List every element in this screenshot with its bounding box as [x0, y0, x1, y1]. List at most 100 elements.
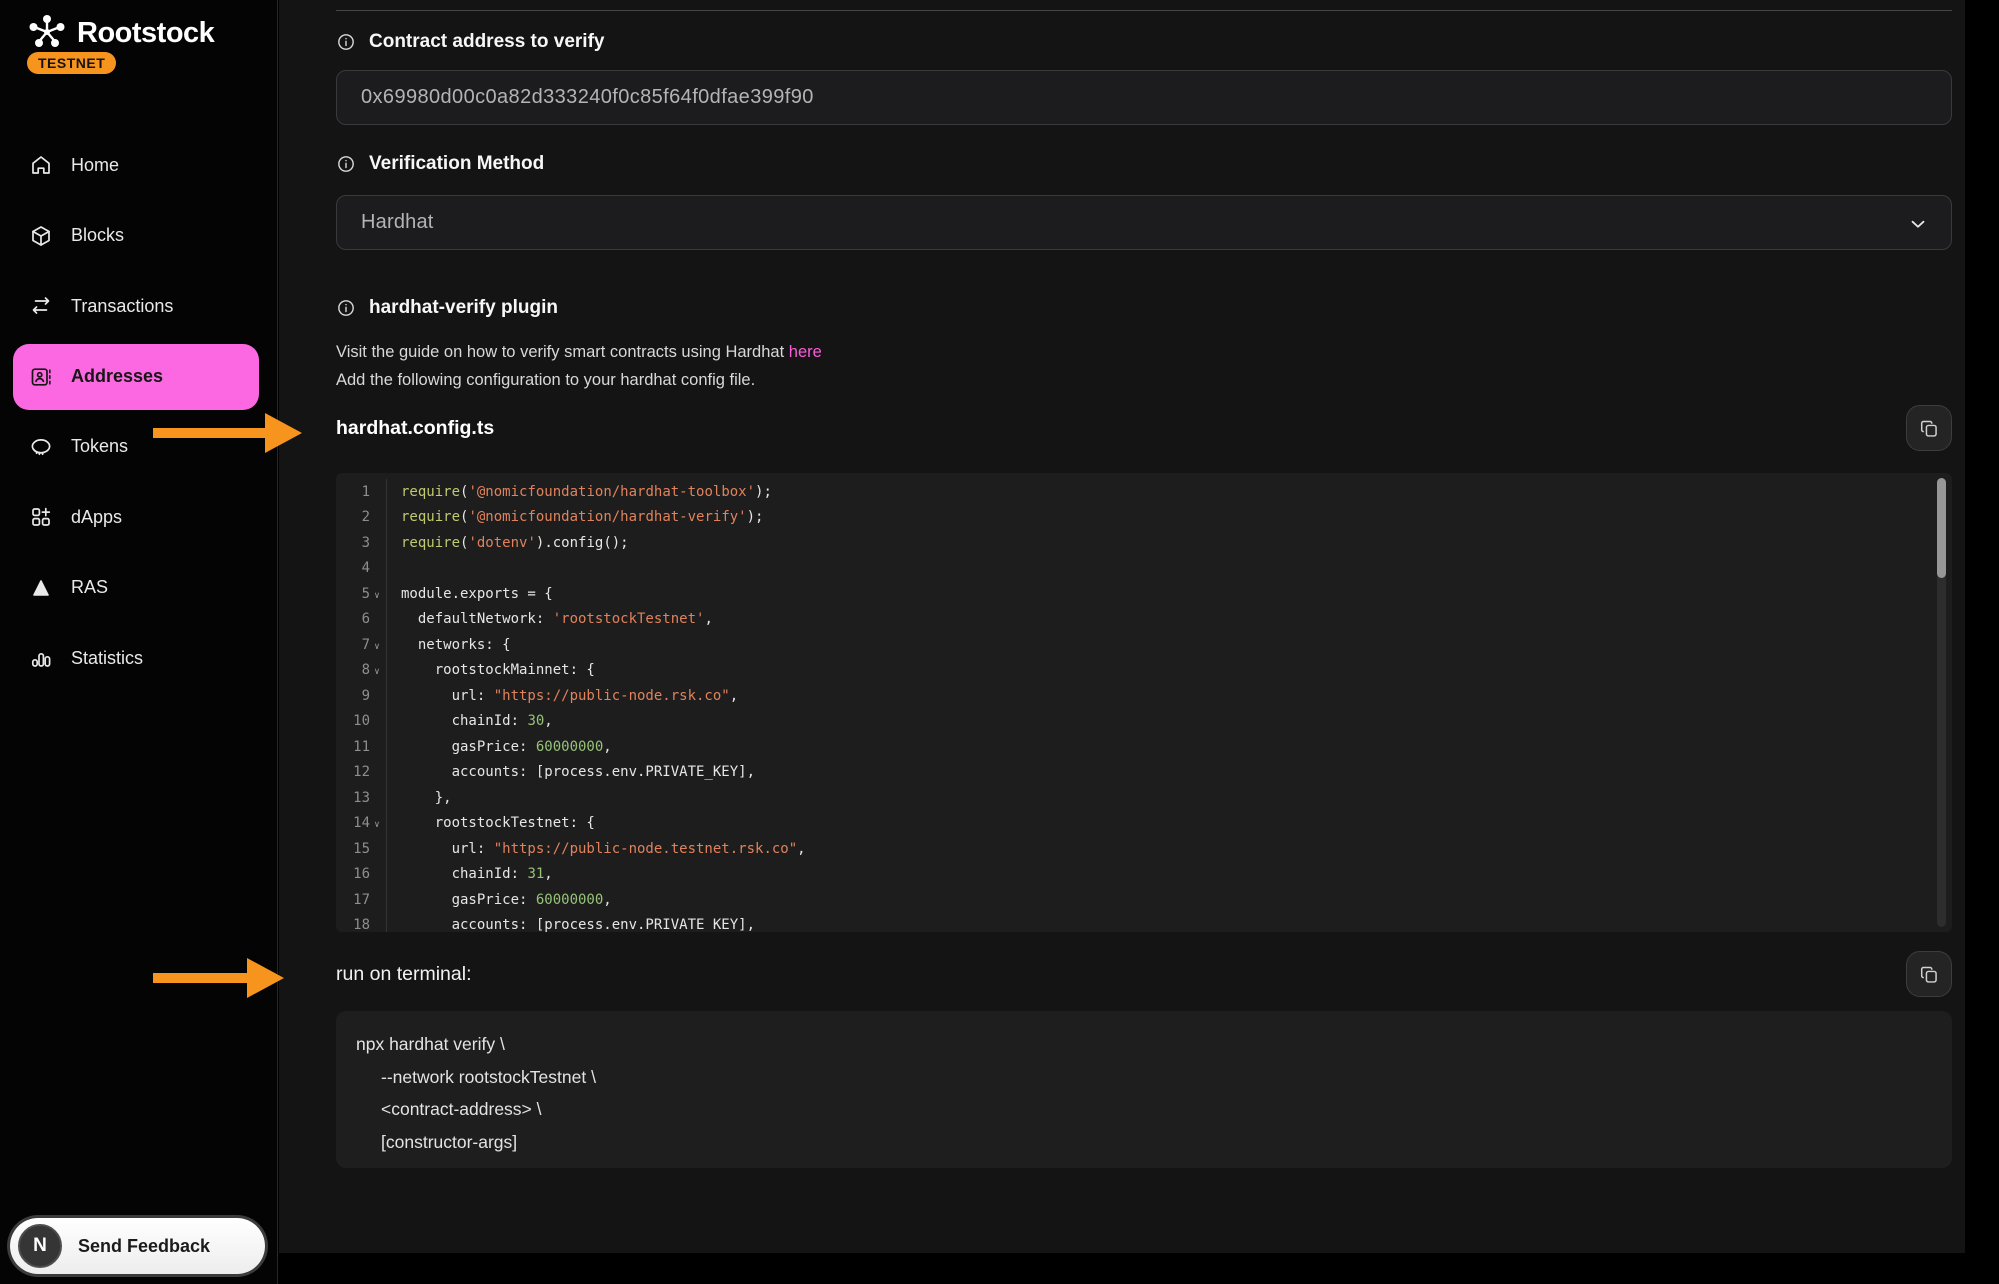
- fold-chevron-icon[interactable]: [370, 770, 384, 774]
- page: Rootstock TESTNET Home Blocks Transactio…: [0, 0, 1999, 1284]
- contract-address-label: Contract address to verify: [369, 31, 604, 53]
- plugin-title-row: hardhat-verify plugin: [336, 297, 558, 319]
- guide-text: Visit the guide on how to verify smart c…: [336, 343, 784, 361]
- terminal-command-line: <contract-address> \: [381, 1093, 1952, 1126]
- info-icon[interactable]: [336, 32, 356, 52]
- fold-chevron-icon[interactable]: [370, 541, 384, 545]
- info-icon[interactable]: [336, 298, 356, 318]
- fold-chevron-icon[interactable]: [370, 796, 384, 800]
- fold-chevron-icon[interactable]: ∨: [370, 587, 384, 601]
- sidebar-item-label: Transactions: [71, 296, 173, 317]
- line-number: 11: [336, 739, 370, 755]
- terminal-command-block: npx hardhat verify \--network rootstockT…: [336, 1011, 1952, 1168]
- verification-method-select[interactable]: Hardhat: [336, 195, 1952, 250]
- feedback-label: Send Feedback: [78, 1236, 210, 1257]
- testnet-badge: TESTNET: [27, 52, 116, 74]
- terminal-command-line: [constructor-args]: [381, 1126, 1952, 1159]
- main-content: Contract address to verify Verification …: [279, 0, 1965, 1253]
- line-number: 2: [336, 509, 370, 525]
- terminal-label: run on terminal:: [336, 963, 471, 986]
- terminal-header: run on terminal:: [336, 949, 1952, 999]
- fold-chevron-icon[interactable]: ∨: [370, 816, 384, 830]
- rootstock-logo-icon: [27, 12, 67, 54]
- feedback-avatar: N: [18, 1224, 62, 1268]
- code-line: 18 accounts: [process.env.PRIVATE_KEY],: [336, 913, 1952, 933]
- copy-icon: [1919, 964, 1940, 985]
- dapps-grid-plus-icon: [29, 505, 53, 529]
- swap-arrows-icon: [29, 294, 53, 318]
- line-number: 15: [336, 841, 370, 857]
- fold-chevron-icon[interactable]: [370, 745, 384, 749]
- code-line: 14 ∨ rootstockTestnet: {: [336, 811, 1952, 837]
- chevron-down-icon: [1907, 213, 1929, 235]
- terminal-command-line: --network rootstockTestnet \: [381, 1061, 1952, 1094]
- sidebar-item-ras[interactable]: RAS: [0, 553, 277, 624]
- plugin-title: hardhat-verify plugin: [369, 297, 558, 319]
- code-line: 13 },: [336, 785, 1952, 811]
- sidebar-item-label: Statistics: [71, 648, 143, 669]
- line-number: 1: [336, 484, 370, 500]
- annotation-arrow-terminal: [153, 956, 287, 1000]
- terminal-command-line: npx hardhat verify \: [356, 1028, 1952, 1061]
- sidebar-item-addresses[interactable]: Addresses: [13, 344, 259, 410]
- fold-chevron-icon[interactable]: ∨: [370, 638, 384, 652]
- sidebar-item-dapps[interactable]: dApps: [0, 482, 277, 553]
- guide-here-link[interactable]: here: [789, 343, 822, 361]
- sidebar-item-label: Home: [71, 155, 119, 176]
- config-note: Add the following configuration to your …: [336, 367, 822, 395]
- fold-chevron-icon[interactable]: [370, 694, 384, 698]
- coin-icon: [29, 435, 53, 459]
- code-line: 4: [336, 556, 1952, 582]
- line-number: 10: [336, 713, 370, 729]
- fold-chevron-icon[interactable]: [370, 923, 384, 927]
- sidebar-item-label: Addresses: [71, 366, 163, 387]
- sidebar: Rootstock TESTNET Home Blocks Transactio…: [0, 0, 278, 1284]
- code-line: 8 ∨ rootstockMainnet: {: [336, 658, 1952, 684]
- code-scrollbar-thumb[interactable]: [1937, 478, 1946, 578]
- fold-chevron-icon[interactable]: [370, 515, 384, 519]
- sidebar-item-statistics[interactable]: Statistics: [0, 623, 277, 694]
- line-number: 12: [336, 764, 370, 780]
- config-file-name: hardhat.config.ts: [336, 417, 494, 440]
- fold-chevron-icon[interactable]: [370, 617, 384, 621]
- code-line: 11 gasPrice: 60000000,: [336, 734, 1952, 760]
- line-number: 8: [336, 662, 370, 678]
- line-number: 7: [336, 637, 370, 653]
- code-line: 10 chainId: 30,: [336, 709, 1952, 735]
- code-line: 17 gasPrice: 60000000,: [336, 887, 1952, 913]
- contract-address-label-row: Contract address to verify: [336, 31, 604, 53]
- section-divider: [336, 10, 1952, 11]
- fold-chevron-icon[interactable]: [370, 872, 384, 876]
- annotation-arrow-config: [153, 411, 305, 455]
- fold-chevron-icon[interactable]: [370, 490, 384, 494]
- fold-chevron-icon[interactable]: ∨: [370, 663, 384, 677]
- code-line: 12 accounts: [process.env.PRIVATE_KEY],: [336, 760, 1952, 786]
- code-line: 7 ∨ networks: {: [336, 632, 1952, 658]
- code-line: 5 ∨ module.exports = {: [336, 581, 1952, 607]
- contract-address-input[interactable]: [336, 70, 1952, 125]
- fold-chevron-icon[interactable]: [370, 566, 384, 570]
- sidebar-item-blocks[interactable]: Blocks: [0, 201, 277, 272]
- rootstock-logo[interactable]: Rootstock: [27, 12, 214, 54]
- line-number: 18: [336, 917, 370, 932]
- fold-chevron-icon[interactable]: [370, 719, 384, 723]
- cube-icon: [29, 224, 53, 248]
- code-line: 3 require('dotenv').config();: [336, 530, 1952, 556]
- fold-chevron-icon[interactable]: [370, 847, 384, 851]
- send-feedback-button[interactable]: N Send Feedback: [10, 1218, 265, 1274]
- fold-chevron-icon[interactable]: [370, 898, 384, 902]
- line-number: 6: [336, 611, 370, 627]
- sidebar-item-transactions[interactable]: Transactions: [0, 271, 277, 342]
- triangle-icon: [29, 576, 53, 600]
- copy-command-button[interactable]: [1906, 951, 1952, 997]
- copy-icon: [1919, 418, 1940, 439]
- plugin-description: Visit the guide on how to verify smart c…: [336, 339, 822, 394]
- sidebar-item-home[interactable]: Home: [0, 130, 277, 201]
- code-line: 2 require('@nomicfoundation/hardhat-veri…: [336, 505, 1952, 531]
- line-number: 14: [336, 815, 370, 831]
- line-number: 17: [336, 892, 370, 908]
- brand-name: Rootstock: [77, 17, 214, 50]
- copy-config-button[interactable]: [1906, 405, 1952, 451]
- info-icon[interactable]: [336, 154, 356, 174]
- code-line: 1 require('@nomicfoundation/hardhat-tool…: [336, 479, 1952, 505]
